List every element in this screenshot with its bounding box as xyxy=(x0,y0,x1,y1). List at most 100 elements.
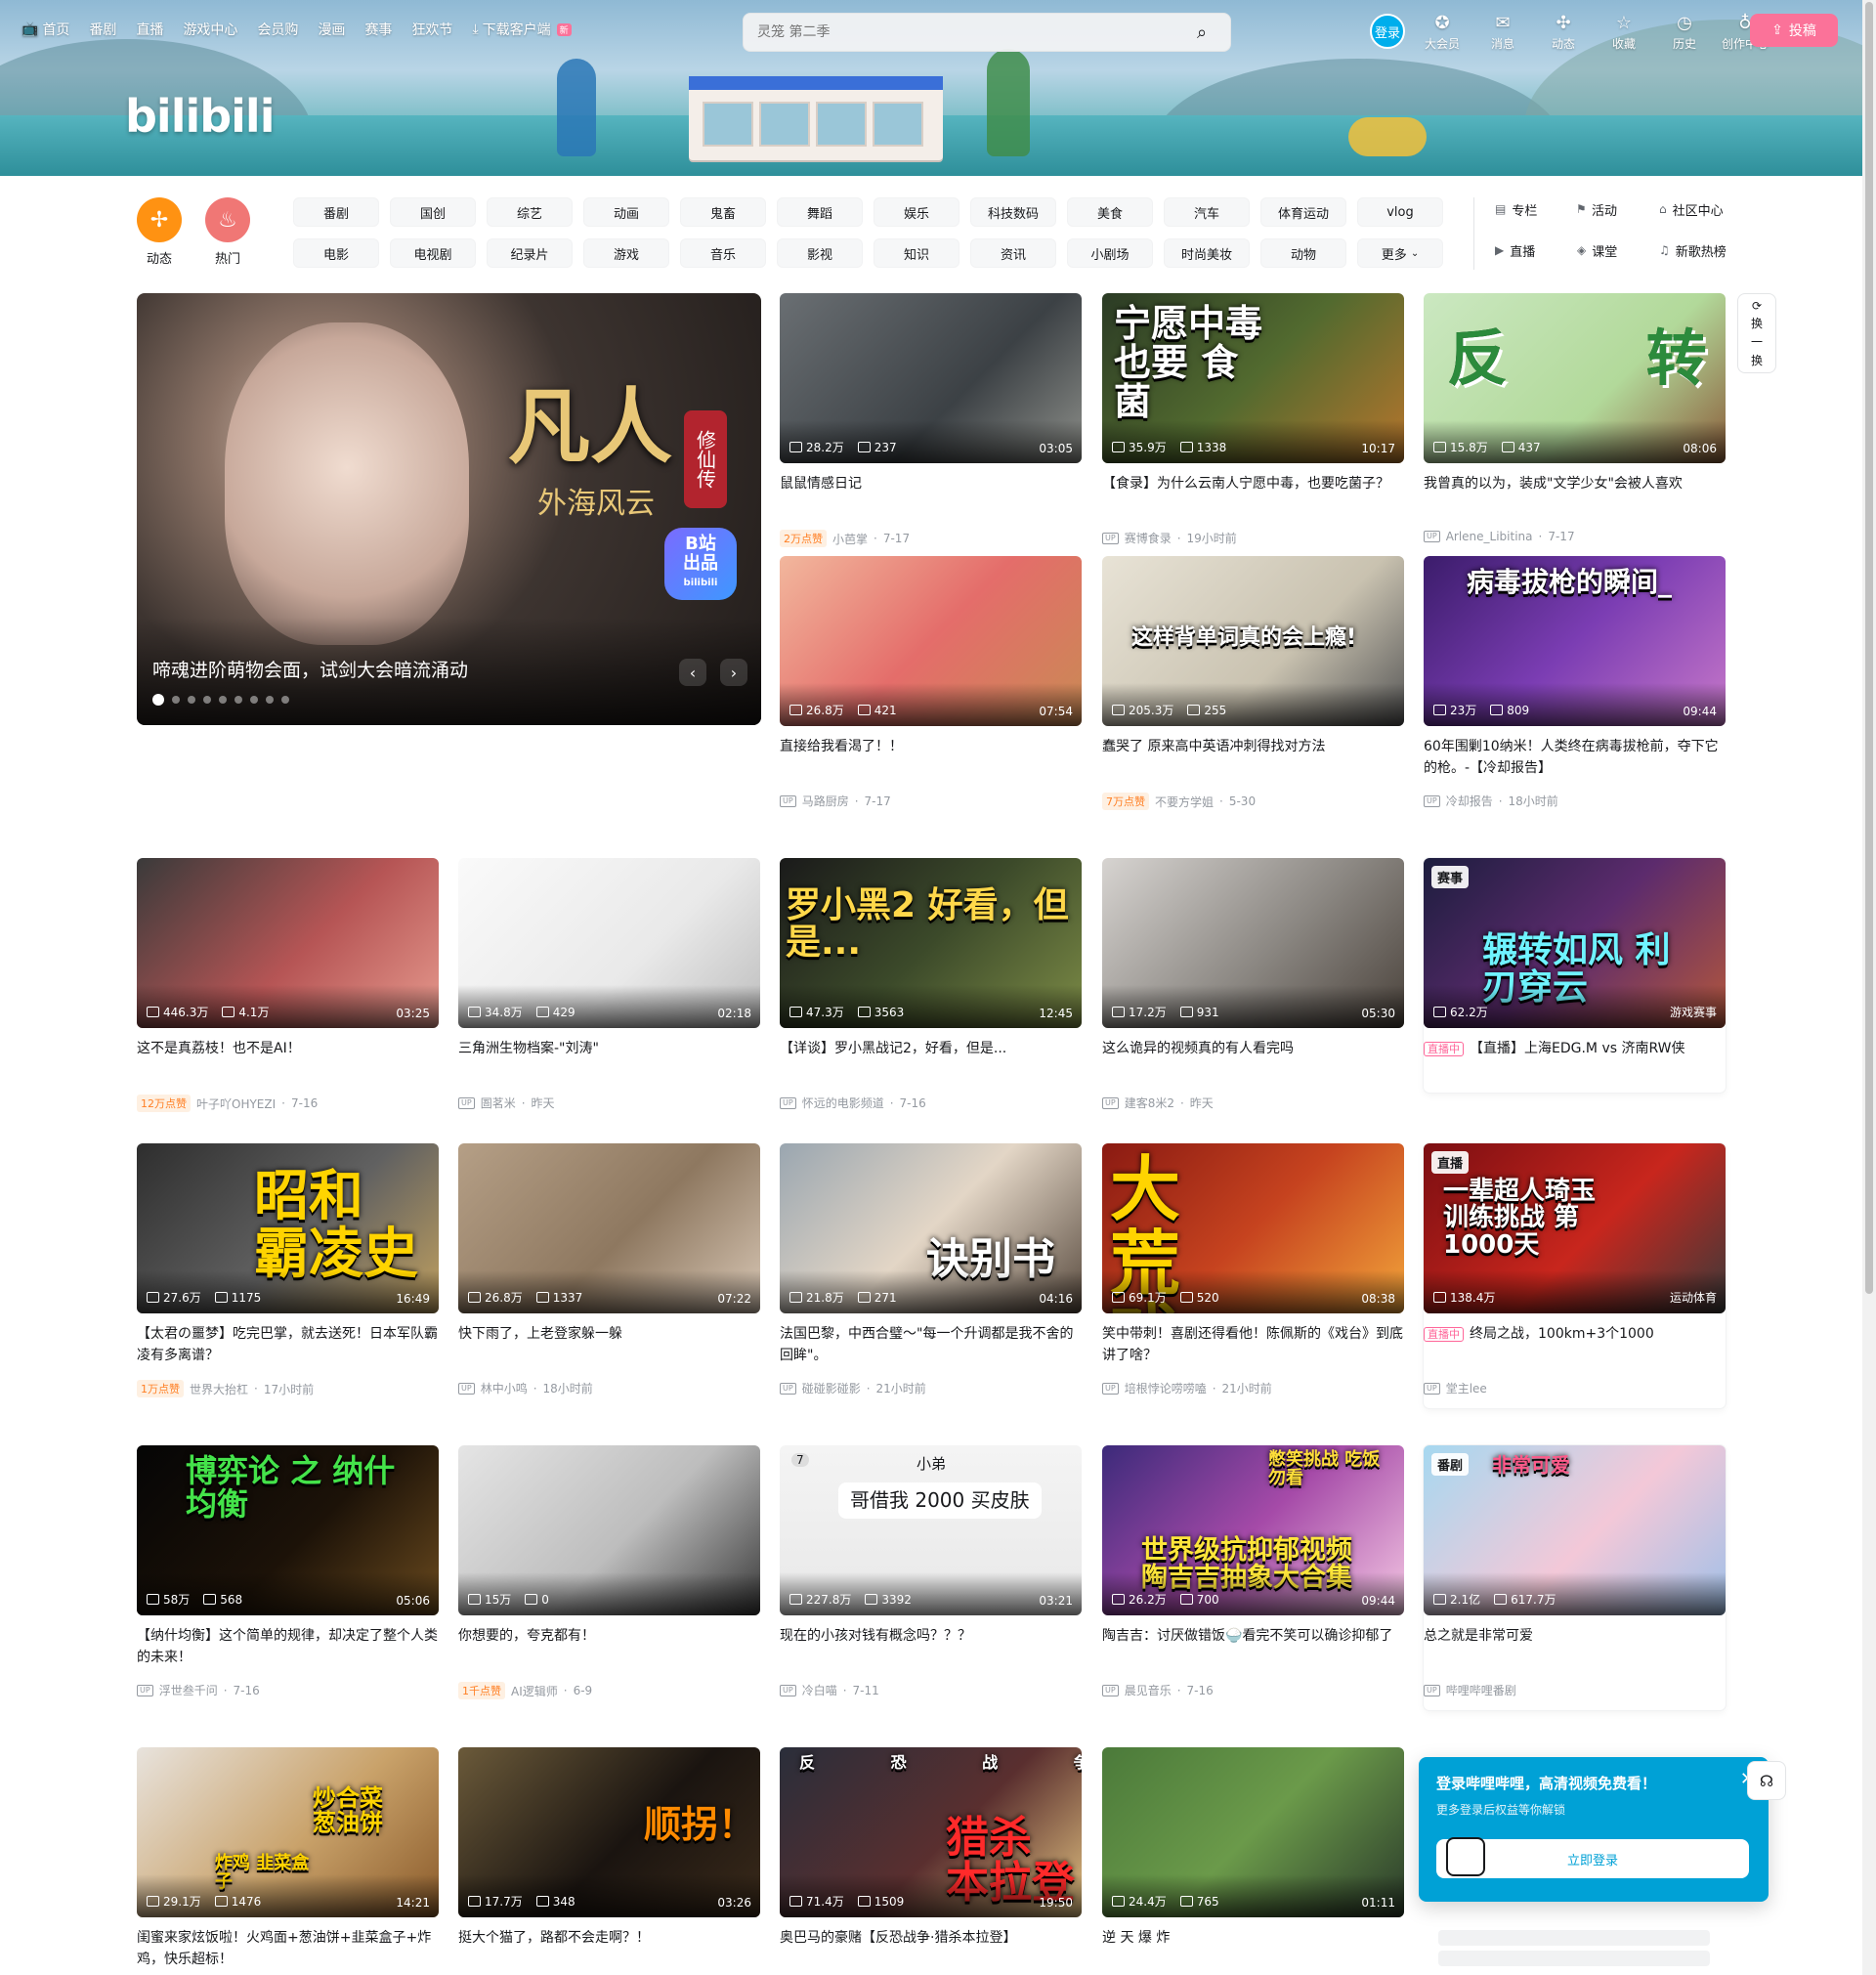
carousel-dot[interactable] xyxy=(203,696,211,704)
video-title[interactable]: 直播中 【直播】上海EDG.M vs 济南RW侠 xyxy=(1424,1038,1726,1081)
video-card[interactable]: 26.8万 1337 07:22 快下雨了，上老登家躲一躲 UP 林中小鸣 · 18小时前 xyxy=(458,1143,760,1396)
video-thumbnail[interactable]: 反 转 15.8万 437 08:06 xyxy=(1424,293,1726,463)
video-title[interactable]: 60年围剿10纳米！人类终在病毒拔枪前，夺下它的枪。-【冷却报告】 xyxy=(1424,736,1726,779)
video-title[interactable]: 挺大个猫了，路都不会走啊？！ xyxy=(458,1927,760,1970)
channel-tag[interactable]: 汽车 xyxy=(1164,197,1250,227)
scrollbar-thumb[interactable] xyxy=(1865,2,1873,1294)
video-thumbnail[interactable]: 这样背单词真的会上瘾! 205.3万 255 xyxy=(1102,556,1404,726)
uploader-name[interactable]: 堂主lee xyxy=(1446,1380,1487,1396)
search-icon[interactable]: ⌕ xyxy=(1187,18,1216,47)
carousel-dot[interactable] xyxy=(152,694,164,706)
video-card[interactable]: 26.8万 421 07:54 直接给我看渴了！！ UP 马路厨房 · 7-17 xyxy=(780,556,1082,809)
uploader-name[interactable]: Arlene_Libitina xyxy=(1446,530,1533,543)
video-title[interactable]: 【纳什均衡】这个简单的规律，却决定了整个人类的未来！ xyxy=(137,1625,439,1668)
video-title[interactable]: 笑中带刺！喜剧还得看他！陈佩斯的《戏台》到底讲了啥？ xyxy=(1102,1323,1404,1366)
video-thumbnail[interactable]: 罗小黑2 好看，但是... 47.3万 3563 12:45 xyxy=(780,858,1082,1028)
video-title[interactable]: 陶吉吉：讨厌做错饭🍚看完不笑可以确诊抑郁了 xyxy=(1102,1625,1404,1668)
side-link-activity[interactable]: ⚑ 活动 xyxy=(1577,197,1655,221)
video-thumbnail[interactable]: 15万 0 xyxy=(458,1445,760,1615)
channel-tag[interactable]: 电视剧 xyxy=(390,238,476,268)
nav-download[interactable]: ⤓ 下载客户端新 xyxy=(472,20,572,39)
video-title[interactable]: 蠢哭了 原来高中英语冲刺得找对方法 xyxy=(1102,736,1404,779)
carousel-dot[interactable] xyxy=(188,696,195,704)
uploader-name[interactable]: 林中小鸣 xyxy=(481,1380,528,1396)
video-card[interactable]: 病毒拔枪的瞬间_ 23万 809 09:44 60年围剿10纳米！人类终在病毒拔枪前，夺… xyxy=(1424,556,1726,809)
carousel-dot[interactable] xyxy=(281,696,289,704)
video-card[interactable]: 宁愿中毒 也要 食菌 35.9万 1338 10:17 【食录】为什么云南人宁愿中毒，也… xyxy=(1102,293,1404,546)
video-card[interactable]: 诀别书 21.8万 271 04:16 法国巴黎，中西合璧～"每一个升调都是我不舍的回眸… xyxy=(780,1143,1082,1396)
channel-tag[interactable]: 美食 xyxy=(1067,197,1153,227)
nav-game-center[interactable]: 游戏中心 xyxy=(183,20,237,39)
nav-manga[interactable]: 漫画 xyxy=(318,20,345,39)
video-thumbnail[interactable]: 猎杀 本拉登反 恐 战 争71.4万150919:50 xyxy=(780,1747,1082,1917)
video-thumbnail[interactable]: 34.8万 429 02:18 xyxy=(458,858,760,1028)
upload-button[interactable]: ⇪ 投稿 xyxy=(1750,14,1838,47)
side-link-column[interactable]: ▤ 专栏 xyxy=(1495,197,1573,221)
uploader-name[interactable]: 怀远的电影频道 xyxy=(802,1095,884,1111)
video-title[interactable]: 这么诡异的视频真的有人看完吗 xyxy=(1102,1038,1404,1081)
channel-tag[interactable]: 娱乐 xyxy=(874,197,959,227)
video-title[interactable]: 快下雨了，上老登家躲一躲 xyxy=(458,1323,760,1366)
video-title[interactable]: 【食录】为什么云南人宁愿中毒，也要吃菌子？ xyxy=(1102,473,1404,516)
login-avatar[interactable]: 登录 xyxy=(1370,14,1405,49)
video-card[interactable]: 番剧 非常可爱 2.1亿 617.7万 总之就是非常可爱 UP 哔哩哔哩番剧 xyxy=(1424,1445,1726,1710)
carousel-dot[interactable] xyxy=(250,696,258,704)
carousel-dot[interactable] xyxy=(172,696,180,704)
carousel-dot[interactable] xyxy=(266,696,274,704)
video-card[interactable]: 反 转 15.8万 437 08:06 我曾真的以为，装成"文学少女"会被人喜欢 UP Ar… xyxy=(1424,293,1726,543)
user-vip[interactable]: ✪ 大会员 xyxy=(1419,14,1466,52)
channel-tag[interactable]: 更多 ⌄ xyxy=(1357,238,1443,268)
uploader-name[interactable]: 碰碰影碰影 xyxy=(802,1380,861,1396)
video-card[interactable]: 罗小黑2 好看，但是... 47.3万 3563 12:45 【详谈】罗小黑战记2，好看… xyxy=(780,858,1082,1111)
uploader-name[interactable]: 叶子吖OHYEZI xyxy=(196,1095,276,1112)
video-card[interactable]: 顺拐！ 17.7万 348 03:26 挺大个猫了，路都不会走啊？！ xyxy=(458,1747,760,1970)
uploader-name[interactable]: 世界大抬杠 xyxy=(190,1381,248,1397)
channel-dynamic[interactable]: ✢ 动态 xyxy=(137,197,182,267)
channel-tag[interactable]: 资讯 xyxy=(970,238,1056,268)
video-card[interactable]: 炒合菜 葱油饼炸鸡 韭菜盒子29.1万147614:21 闺蜜来家炫饭啦！火鸡面+… xyxy=(137,1747,439,1970)
video-title[interactable]: 直播中 终局之战，100km+3个1000 xyxy=(1424,1323,1726,1366)
video-title[interactable]: 法国巴黎，中西合璧～"每一个升调都是我不舍的回眸"。 xyxy=(780,1323,1082,1366)
video-thumbnail[interactable]: 直播 一辈超人琦玉 训练挑战 第1000天 138.4万 运动体育 xyxy=(1424,1143,1726,1313)
video-thumbnail[interactable]: 28.2万 237 03:05 xyxy=(780,293,1082,463)
video-title[interactable]: 我曾真的以为，装成"文学少女"会被人喜欢 xyxy=(1424,473,1726,516)
side-link-class[interactable]: ◈ 课堂 xyxy=(1577,238,1655,262)
video-thumbnail[interactable]: 昭和 霸凌史 27.6万 1175 16:49 xyxy=(137,1143,439,1313)
channel-tag[interactable]: 综艺 xyxy=(487,197,573,227)
video-title[interactable]: 直接给我看渴了！！ xyxy=(780,736,1082,779)
uploader-name[interactable]: 哔哩哔哩番剧 xyxy=(1446,1682,1516,1698)
video-card[interactable]: 昭和 霸凌史 27.6万 1175 16:49 【太君の噩梦】吃完巴掌，就去送死！日本军… xyxy=(137,1143,439,1397)
video-title[interactable]: 鼠鼠情感日记 xyxy=(780,473,1082,516)
video-card[interactable]: 哥借我 2000 买皮肤 小弟 7 227.8万 3392 03:21 现在的小孩对钱有概念… xyxy=(780,1445,1082,1698)
user-favorites[interactable]: ☆ 收藏 xyxy=(1600,14,1647,52)
video-card[interactable]: 34.8万 429 02:18 三角洲生物档案-"刘涛" UP 圄茗米 · 昨天 xyxy=(458,858,760,1111)
video-title[interactable]: 总之就是非常可爱 xyxy=(1424,1625,1726,1668)
channel-tag[interactable]: 音乐 xyxy=(680,238,766,268)
side-link-live[interactable]: ▶ 直播 xyxy=(1495,238,1573,262)
nav-match[interactable]: 赛事 xyxy=(364,20,392,39)
video-thumbnail[interactable]: 番剧 非常可爱 2.1亿 617.7万 xyxy=(1424,1445,1726,1615)
video-thumbnail[interactable]: 大 荒 戏 诞69.1万52008:38 xyxy=(1102,1143,1404,1313)
channel-hot[interactable]: ♨ 热门 xyxy=(205,197,250,267)
refresh-button[interactable]: ⟳ 换 一 换 xyxy=(1737,293,1776,373)
uploader-name[interactable]: 不要方学姐 xyxy=(1155,794,1214,810)
video-title[interactable]: 奥巴马的豪赌【反恐战争·猎杀本拉登】 xyxy=(780,1927,1082,1970)
video-title[interactable]: 三角洲生物档案-"刘涛" xyxy=(458,1038,760,1081)
video-card[interactable]: 24.4万 765 01:11 逆 天 爆 炸 xyxy=(1102,1747,1404,1970)
channel-tag[interactable]: 知识 xyxy=(874,238,959,268)
video-title[interactable]: 闺蜜来家炫饭啦！火鸡面+葱油饼+韭菜盒子+炸鸡，快乐超标！ xyxy=(137,1927,439,1970)
channel-tag[interactable]: 电影 xyxy=(293,238,379,268)
video-thumbnail[interactable]: 诀别书 21.8万 271 04:16 xyxy=(780,1143,1082,1313)
nav-mall[interactable]: 会员购 xyxy=(257,20,298,39)
customer-service-button[interactable]: ☊ xyxy=(1747,1761,1786,1800)
channel-tag[interactable]: 番剧 xyxy=(293,197,379,227)
nav-home[interactable]: 📺 首页 xyxy=(21,20,69,39)
page-scrollbar[interactable] xyxy=(1862,0,1876,1975)
video-card[interactable]: 猎杀 本拉登反 恐 战 争71.4万150919:50 奥巴马的豪赌【反恐战争·猎… xyxy=(780,1747,1082,1970)
video-thumbnail[interactable]: 博弈论 之 纳什均衡 58万 568 05:06 xyxy=(137,1445,439,1615)
carousel-next-button[interactable]: › xyxy=(720,659,747,686)
video-title[interactable]: 逆 天 爆 炸 xyxy=(1102,1927,1404,1970)
video-thumbnail[interactable]: 炒合菜 葱油饼炸鸡 韭菜盒子29.1万147614:21 xyxy=(137,1747,439,1917)
channel-tag[interactable]: 游戏 xyxy=(583,238,669,268)
video-thumbnail[interactable]: 顺拐！ 17.7万 348 03:26 xyxy=(458,1747,760,1917)
